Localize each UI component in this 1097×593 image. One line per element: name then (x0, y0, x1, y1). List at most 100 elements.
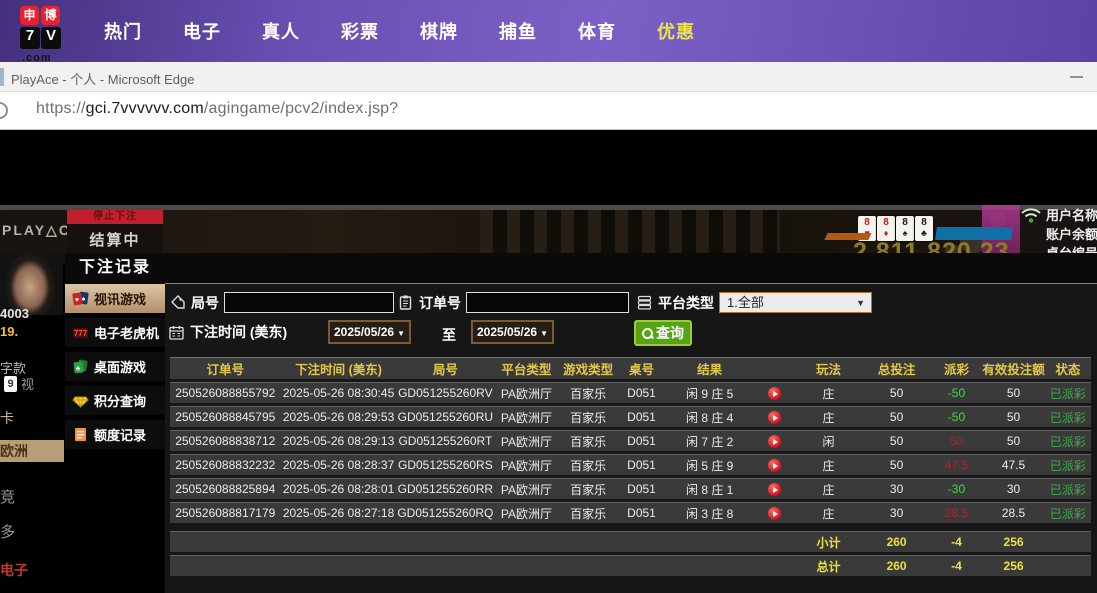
nav-item[interactable]: 彩票 (341, 18, 379, 44)
cell-total-bet: 50 (863, 454, 931, 475)
cell-valid-bet: 50 (982, 406, 1045, 427)
replay-play-button[interactable] (768, 507, 781, 520)
cell-status: 已派彩 (1045, 382, 1091, 403)
cell-game-type: 百家乐 (559, 454, 618, 475)
total-row: 总计 260 -4 256 (170, 555, 1091, 576)
card-rank: 8 (864, 217, 870, 228)
nav-item[interactable]: 体育 (578, 18, 616, 44)
subtotal-payout: -4 (931, 531, 983, 552)
sidebar-item-label: 视讯游戏 (94, 289, 146, 308)
order-number-input[interactable] (466, 292, 629, 313)
cell-replay (754, 454, 795, 475)
cell-platform: PA欧洲厅 (494, 478, 558, 499)
cell-play-type: 庄 (794, 478, 862, 499)
background-card-row: 9 视 (4, 374, 34, 393)
background-text: 视 (21, 374, 34, 393)
cell-play-type: 庄 (794, 382, 862, 403)
logo-tile: 申 (20, 6, 39, 25)
cell-total-bet: 30 (863, 502, 931, 523)
cell-valid-bet: 30 (982, 478, 1045, 499)
cell-platform: PA欧洲厅 (494, 406, 558, 427)
cell-play-type: 闲 (794, 430, 862, 451)
platform-filter-group: 平台类型 1.全部 ▼ (636, 292, 872, 313)
cell-order-number: 250526088825894 (170, 478, 281, 499)
cell-status: 已派彩 (1045, 502, 1091, 523)
platform-type-select[interactable]: 1.全部 ▼ (719, 292, 872, 313)
cell-result: 闲 5 庄 9 (665, 454, 753, 475)
cell-order-number: 250526088838712 (170, 430, 281, 451)
table-header-row: 订单号下注时间 (美东)局号平台类型游戏类型桌号结果玩法总投注派彩有效投注额状态 (170, 357, 1091, 379)
total-bet: 260 (863, 555, 931, 576)
background-text: 多 (0, 521, 15, 542)
cell-round-number: GD051255260RT (397, 430, 495, 451)
nav-item[interactable]: 热门 (104, 18, 142, 44)
nav-item[interactable]: 优惠 (657, 18, 695, 44)
cell-payout: -30 (931, 478, 983, 499)
cell-payout: -50 (931, 382, 983, 403)
minimize-button[interactable] (1070, 76, 1083, 78)
round-number-input[interactable] (224, 292, 394, 313)
cell-bet-time: 2025-05-26 08:30:45 (281, 382, 397, 403)
panel-content: 局号 订单号 平台类型 1.全部 ▼ (165, 283, 1097, 593)
replay-play-button[interactable] (768, 483, 781, 496)
cell-round-number: GD051255260RQ (397, 502, 495, 523)
cell-total-bet: 50 (863, 382, 931, 403)
replay-play-button[interactable] (768, 411, 781, 424)
nav-item[interactable]: 捕鱼 (499, 18, 537, 44)
cell-valid-bet: 50 (982, 382, 1045, 403)
background-card: 9 (4, 376, 17, 392)
chevron-down-icon: ▼ (397, 329, 405, 338)
bet-status-box: 停止下注 结算中 (67, 210, 163, 253)
chevron-down-icon: ▼ (540, 329, 548, 338)
cell-status: 已派彩 (1045, 478, 1091, 499)
main-navigation: 热门 电子 真人 彩票 棋牌 捕鱼 体育 优惠 (104, 0, 695, 62)
sidebar-item-points[interactable]: 积分查询 (65, 386, 165, 415)
logo-tile: 7 (20, 27, 40, 49)
stop-bet-banner: 停止下注 (67, 210, 163, 224)
cell-game-type: 百家乐 (559, 406, 618, 427)
cell-platform: PA欧洲厅 (494, 382, 558, 403)
round-filter-label: 局号 (191, 293, 219, 313)
replay-play-button[interactable] (768, 435, 781, 448)
replay-play-button[interactable] (768, 459, 781, 472)
svg-text:♥: ♥ (75, 297, 79, 304)
cell-status: 已派彩 (1045, 430, 1091, 451)
nav-item[interactable]: 电子 (183, 18, 221, 44)
settling-label: 结算中 (67, 229, 163, 250)
date-from-select[interactable]: 2025/05/26▼ (328, 320, 411, 344)
sidebar-item-quota-records[interactable]: 额度记录 (65, 420, 165, 449)
address-bar[interactable]: https://gci.7vvvvvv.com/agingame/pcv2/in… (36, 100, 398, 118)
cell-payout: 47.5 (931, 454, 983, 475)
nav-item[interactable]: 棋牌 (420, 18, 458, 44)
cell-table-number: D051 (618, 478, 666, 499)
sidebar-item-table-games[interactable]: ♣ 桌面游戏 (65, 352, 165, 381)
nav-item[interactable]: 真人 (262, 18, 300, 44)
cell-result: 闲 7 庄 2 (665, 430, 753, 451)
cell-play-type: 庄 (794, 454, 862, 475)
sidebar-item-label: 电子老虎机 (94, 323, 159, 342)
cell-round-number: GD051255260RV (397, 382, 495, 403)
site-logo[interactable]: 申 博 7 V .com (20, 6, 62, 62)
cell-bet-time: 2025-05-26 08:29:13 (281, 430, 397, 451)
sidebar-item-label: 额度记录 (94, 425, 146, 444)
cell-round-number: GD051255260RU (397, 406, 495, 427)
cell-replay (754, 502, 795, 523)
sidebar-item-live-games[interactable]: ♠ ♥ 视讯游戏 (65, 284, 165, 313)
table-row: 250526088825894 2025-05-26 08:28:01 GD05… (170, 478, 1091, 499)
replay-play-button[interactable] (768, 387, 781, 400)
cell-replay (754, 430, 795, 451)
cell-result: 闲 9 庄 5 (665, 382, 753, 403)
gem-icon (72, 392, 89, 409)
date-to-select[interactable]: 2025/05/26▼ (471, 320, 554, 344)
sidebar-item-slots[interactable]: 777 电子老虎机 (65, 318, 165, 347)
account-info-label: 用户名称 (1046, 206, 1097, 225)
query-button[interactable]: 查询 (634, 320, 692, 346)
screen: 申 博 7 V .com 热门电子真人彩票棋牌捕鱼体育优惠 PlayAce - … (0, 0, 1097, 593)
date-from-value: 2025/05/26 (334, 325, 394, 339)
query-button-label: 查询 (656, 323, 684, 343)
panel-sidebar: ♠ ♥ 视讯游戏 777 电子老虎机 (65, 284, 165, 593)
cell-table-number: D051 (618, 430, 666, 451)
empty-cell (1045, 531, 1091, 552)
cell-total-bet: 50 (863, 430, 931, 451)
site-info-icon[interactable] (0, 102, 8, 119)
